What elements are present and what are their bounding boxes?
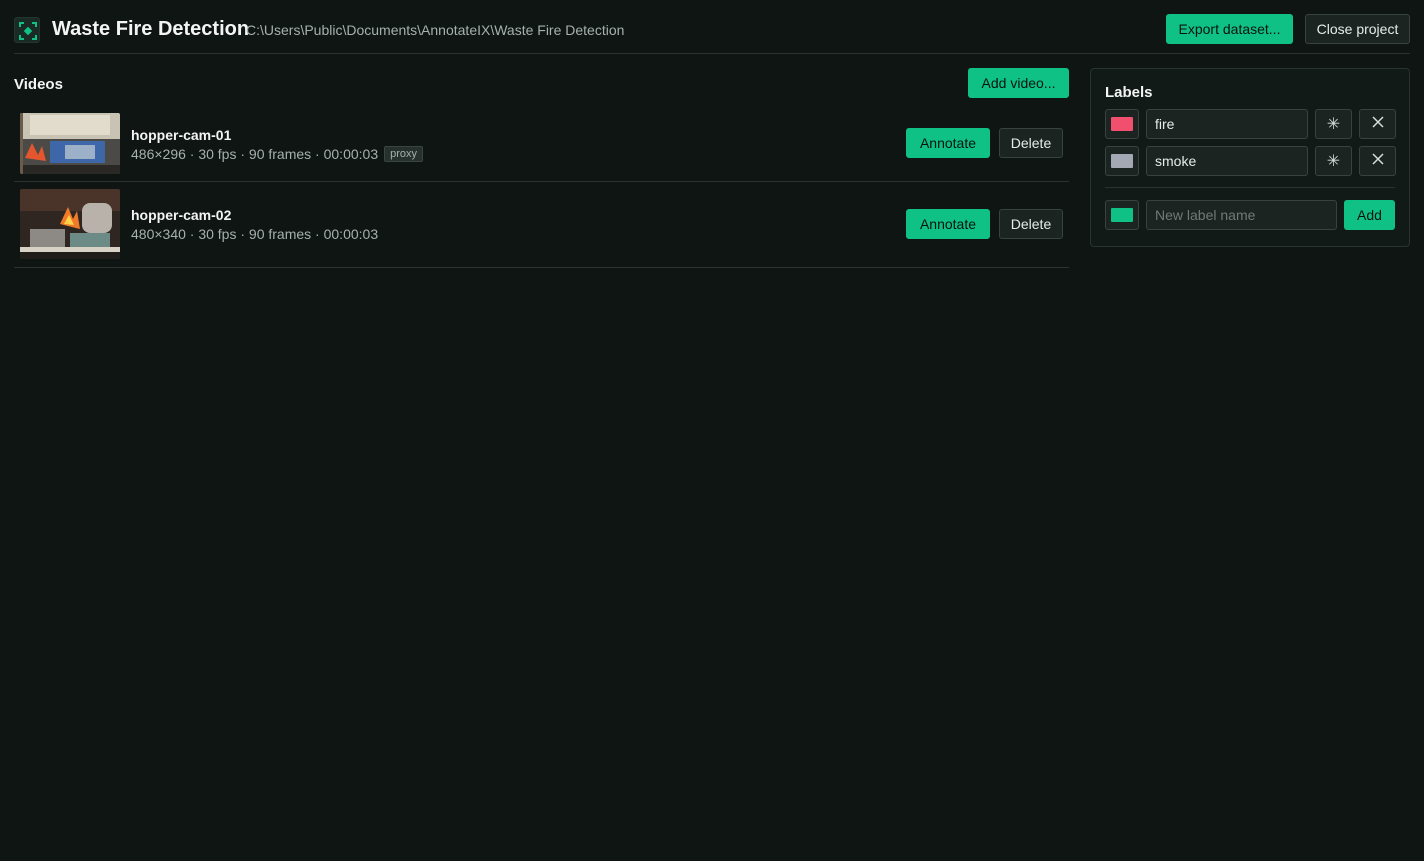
label-color-picker-button[interactable]: ✳ <box>1315 109 1352 139</box>
video-meta-text: 480×340 · 30 fps · 90 frames · 00:00:03 <box>131 226 379 242</box>
new-label-color-swatch <box>1111 208 1133 222</box>
asterisk-icon: ✳ <box>1326 153 1341 170</box>
add-video-button[interactable]: Add video... <box>968 68 1069 98</box>
label-color-button[interactable] <box>1105 146 1139 176</box>
label-name-input[interactable] <box>1146 146 1308 176</box>
video-row[interactable]: hopper-cam-01 486×296 · 30 fps · 90 fram… <box>14 106 1069 182</box>
video-thumbnail <box>20 189 120 259</box>
project-title: Waste Fire Detection <box>52 18 250 40</box>
video-meta: 486×296 · 30 fps · 90 frames · 00:00:03 … <box>131 146 424 162</box>
new-label-color-button[interactable] <box>1105 200 1139 230</box>
new-label-input[interactable] <box>1146 200 1337 230</box>
videos-heading: Videos <box>14 76 63 93</box>
add-label-button[interactable]: Add <box>1344 200 1395 230</box>
labels-heading: Labels <box>1105 84 1153 101</box>
video-name: hopper-cam-02 <box>131 207 232 223</box>
video-meta-text: 486×296 · 30 fps · 90 frames · 00:00:03 <box>131 146 379 162</box>
project-path: C:\Users\Public\Documents\AnnotateIX\Was… <box>246 22 625 38</box>
close-icon <box>1371 115 1384 133</box>
labels-panel: Labels ✳ ✳ Add <box>1090 68 1410 247</box>
annotate-button[interactable]: Annotate <box>906 209 990 239</box>
close-project-button[interactable]: Close project <box>1305 14 1410 44</box>
annotate-button[interactable]: Annotate <box>906 128 990 158</box>
app-logo-icon <box>14 17 40 43</box>
panel-divider <box>1105 187 1395 188</box>
label-color-swatch <box>1111 117 1133 131</box>
proxy-badge: proxy <box>384 146 424 162</box>
asterisk-icon: ✳ <box>1326 116 1341 133</box>
label-color-button[interactable] <box>1105 109 1139 139</box>
delete-button[interactable]: Delete <box>999 128 1063 158</box>
video-meta: 480×340 · 30 fps · 90 frames · 00:00:03 <box>131 226 378 242</box>
export-dataset-button[interactable]: Export dataset... <box>1166 14 1293 44</box>
label-name-input[interactable] <box>1146 109 1308 139</box>
remove-label-button[interactable] <box>1359 109 1396 139</box>
close-icon <box>1371 152 1384 170</box>
app-header: Waste Fire Detection C:\Users\Public\Doc… <box>14 0 1410 54</box>
video-thumbnail <box>20 113 120 174</box>
label-color-picker-button[interactable]: ✳ <box>1315 146 1352 176</box>
remove-label-button[interactable] <box>1359 146 1396 176</box>
delete-button[interactable]: Delete <box>999 209 1063 239</box>
video-row[interactable]: hopper-cam-02 480×340 · 30 fps · 90 fram… <box>14 182 1069 268</box>
video-name: hopper-cam-01 <box>131 127 232 143</box>
label-color-swatch <box>1111 154 1133 168</box>
